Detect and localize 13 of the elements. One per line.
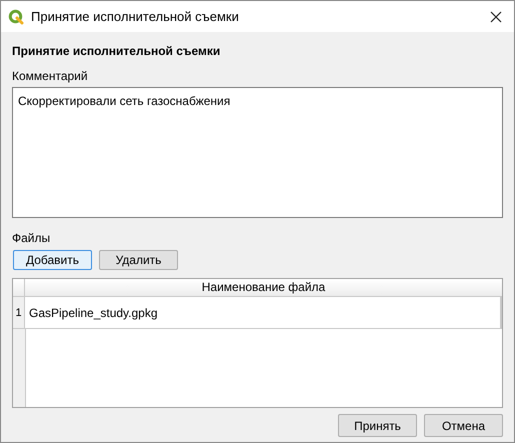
file-action-button[interactable]: Добавить (13, 250, 92, 270)
dialog-button[interactable]: Принять (338, 414, 417, 437)
file-action-button[interactable]: Удалить (99, 250, 178, 270)
table-cell[interactable]: GasPipeline_study.gpkg (25, 297, 502, 328)
comment-label: Комментарий (12, 69, 89, 83)
window-title: Принятие исполнительной съемки (31, 9, 240, 24)
close-icon[interactable] (490, 10, 502, 22)
files-label: Файлы (12, 231, 52, 245)
dialog-heading: Принятие исполнительной съемки (12, 44, 222, 58)
row-number: 1 (13, 297, 25, 328)
comment-field[interactable]: Скорректировали сеть газоснабжения (12, 87, 503, 218)
app-logo-icon (8, 8, 24, 24)
dialog-button[interactable]: Отмена (424, 414, 503, 437)
